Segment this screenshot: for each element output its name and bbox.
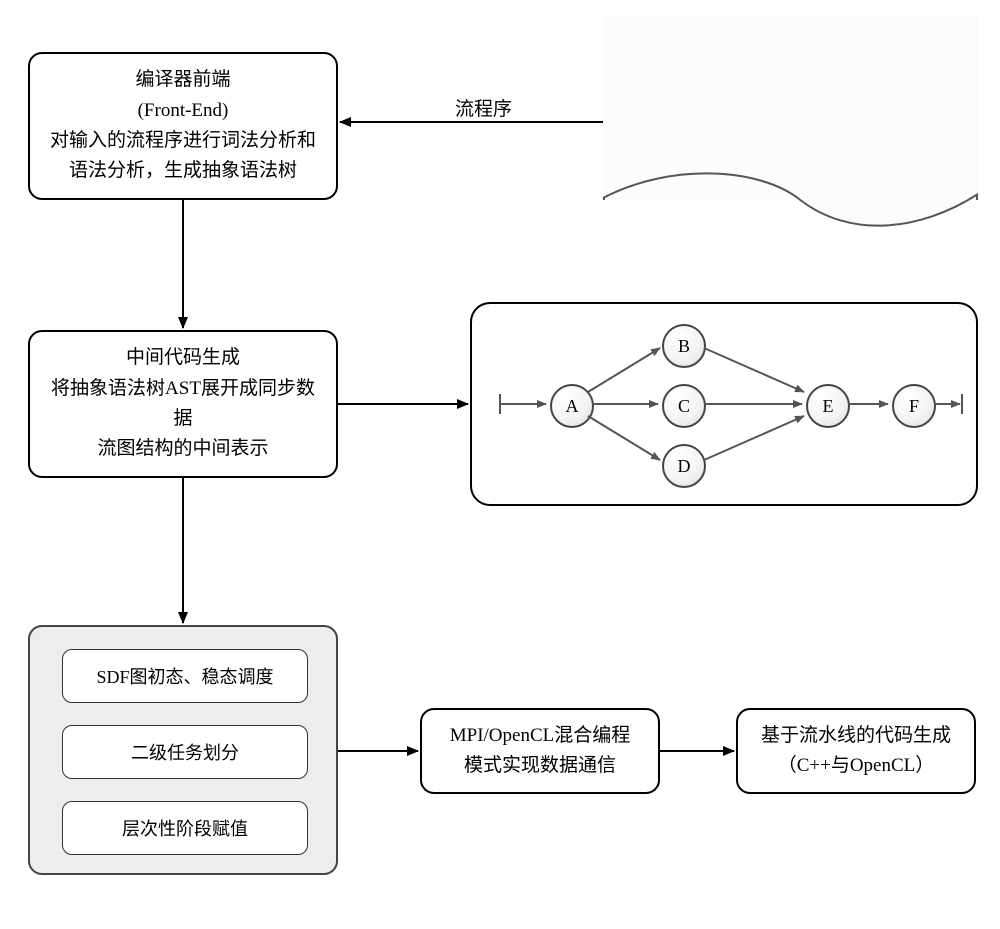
- node-f-label: F: [909, 396, 919, 417]
- intermediate-desc1: 将抽象语法树AST展开成同步数据: [44, 374, 322, 435]
- graph-node-f: F: [892, 384, 936, 428]
- mpi-opencl-box: MPI/OpenCL混合编程 模式实现数据通信: [420, 708, 660, 794]
- compiler-front-end-box: 编译器前端 (Front-End) 对输入的流程序进行词法分析和 语法分析，生成…: [28, 52, 338, 200]
- hierarchy-stage-label: 层次性阶段赋值: [122, 815, 248, 841]
- intermediate-desc2: 流图结构的中间表示: [97, 434, 268, 464]
- intermediate-title: 中间代码生成: [126, 343, 240, 373]
- edge-label-input: 流程序: [455, 94, 512, 121]
- mpi-line1: MPI/OpenCL混合编程: [450, 721, 631, 751]
- pipeline-line1: 基于流水线的代码生成: [761, 721, 951, 751]
- mpi-line2: 模式实现数据通信: [464, 751, 616, 781]
- node-d-label: D: [678, 456, 691, 477]
- graph-node-e: E: [806, 384, 850, 428]
- node-c-label: C: [678, 396, 690, 417]
- node-b-label: B: [678, 336, 690, 357]
- hierarchy-stage-box: 层次性阶段赋值: [62, 801, 308, 855]
- task-partition-label: 二级任务划分: [131, 739, 239, 765]
- front-end-sub: (Front-End): [138, 96, 229, 126]
- graph-node-a: A: [550, 384, 594, 428]
- task-partition-box: 二级任务划分: [62, 725, 308, 779]
- pipeline-line2: （C++与OpenCL）: [778, 751, 935, 781]
- graph-node-d: D: [662, 444, 706, 488]
- front-end-desc2: 语法分析，生成抽象语法树: [69, 156, 297, 186]
- graph-node-b: B: [662, 324, 706, 368]
- pipeline-codegen-box: 基于流水线的代码生成 （C++与OpenCL）: [736, 708, 976, 794]
- schedule-group: SDF图初态、稳态调度 二级任务划分 层次性阶段赋值: [28, 625, 338, 875]
- sdf-schedule-label: SDF图初态、稳态调度: [96, 663, 273, 689]
- graph-node-c: C: [662, 384, 706, 428]
- node-e-label: E: [823, 396, 834, 417]
- front-end-desc1: 对输入的流程序进行词法分析和: [50, 126, 316, 156]
- sdf-graph-panel: A B C D E F: [470, 302, 978, 506]
- sdf-schedule-box: SDF图初态、稳态调度: [62, 649, 308, 703]
- front-end-title: 编译器前端: [135, 65, 230, 95]
- intermediate-codegen-box: 中间代码生成 将抽象语法树AST展开成同步数据 流图结构的中间表示: [28, 330, 338, 478]
- data-flow-program-doc: 数据流程序: [603, 42, 978, 200]
- node-a-label: A: [566, 396, 579, 417]
